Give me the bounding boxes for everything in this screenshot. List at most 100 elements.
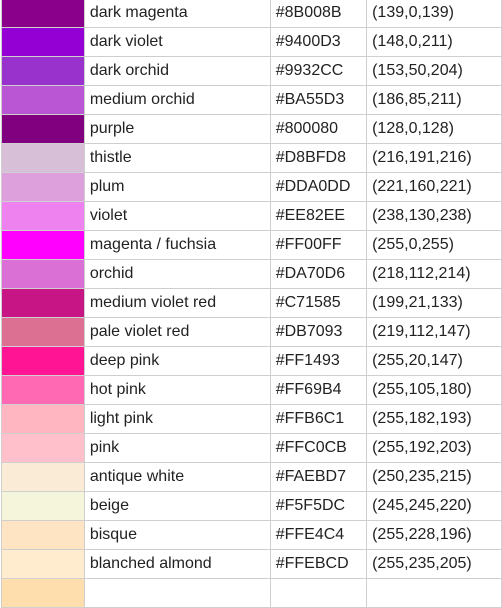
color-hex: #FFB6C1 — [269, 404, 368, 434]
color-swatch — [1, 346, 85, 376]
color-table: dark magenta #8B008B (139,0,139) dark viole… — [1, 0, 502, 608]
color-table-body: dark magenta #8B008B (139,0,139) dark viole… — [1, 0, 502, 608]
color-hex: #FF69B4 — [269, 375, 368, 405]
color-swatch — [1, 230, 85, 260]
color-row: dark orchid #9932CC (153,50,204) — [1, 56, 502, 86]
color-rgb: (139,0,139) — [366, 0, 502, 28]
color-rgb: (238,130,238) — [366, 201, 502, 231]
color-name: magenta / fuchsia — [83, 230, 271, 260]
color-name: deep pink — [83, 346, 271, 376]
color-name: plum — [83, 172, 271, 202]
color-row: light pink #FFB6C1 (255,182,193) — [1, 404, 502, 434]
color-swatch — [1, 0, 85, 28]
color-name: pale violet red — [83, 317, 271, 347]
color-swatch — [1, 143, 85, 173]
color-rgb: (255,20,147) — [366, 346, 502, 376]
color-name: purple — [83, 114, 271, 144]
color-rgb: (216,191,216) — [366, 143, 502, 173]
color-hex: #EE82EE — [269, 201, 368, 231]
color-swatch — [1, 549, 85, 579]
color-name: dark orchid — [83, 56, 271, 86]
color-hex: #FAEBD7 — [269, 462, 368, 492]
color-hex: #DA70D6 — [269, 259, 368, 289]
color-hex: #FFE4C4 — [269, 520, 368, 550]
color-hex: #9400D3 — [269, 27, 368, 57]
color-swatch — [1, 433, 85, 463]
color-hex: #9932CC — [269, 56, 368, 86]
color-swatch — [1, 375, 85, 405]
color-row: pink #FFC0CB (255,192,203) — [1, 433, 502, 463]
color-hex: #D8BFD8 — [269, 143, 368, 173]
color-rgb: (148,0,211) — [366, 27, 502, 57]
color-name: light pink — [83, 404, 271, 434]
color-name: medium violet red — [83, 288, 271, 318]
color-hex: #FFEBCD — [269, 549, 368, 579]
color-hex: #FFC0CB — [269, 433, 368, 463]
color-rgb: (255,182,193) — [366, 404, 502, 434]
color-hex: #800080 — [269, 114, 368, 144]
color-rgb: (186,85,211) — [366, 85, 502, 115]
color-name: antique white — [83, 462, 271, 492]
color-swatch — [1, 85, 85, 115]
color-rgb: (221,160,221) — [366, 172, 502, 202]
color-name: blanched almond — [83, 549, 271, 579]
color-row: blanched almond #FFEBCD (255,235,205) — [1, 549, 502, 579]
color-swatch — [1, 114, 85, 144]
color-row: violet #EE82EE (238,130,238) — [1, 201, 502, 231]
color-rgb: (199,21,133) — [366, 288, 502, 318]
color-hex: #C71585 — [269, 288, 368, 318]
color-name: medium orchid — [83, 85, 271, 115]
color-name: beige — [83, 491, 271, 521]
color-rgb: (255,0,255) — [366, 230, 502, 260]
color-swatch — [1, 56, 85, 86]
color-name: orchid — [83, 259, 271, 289]
color-swatch — [1, 462, 85, 492]
color-name: dark magenta — [83, 0, 271, 28]
color-name: hot pink — [83, 375, 271, 405]
color-swatch — [1, 520, 85, 550]
color-row: deep pink #FF1493 (255,20,147) — [1, 346, 502, 376]
color-swatch — [1, 317, 85, 347]
color-rgb: (245,245,220) — [366, 491, 502, 521]
color-row: thistle #D8BFD8 (216,191,216) — [1, 143, 502, 173]
color-row: orchid #DA70D6 (218,112,214) — [1, 259, 502, 289]
color-name: bisque — [83, 520, 271, 550]
color-row: magenta / fuchsia #FF00FF (255,0,255) — [1, 230, 502, 260]
color-swatch — [1, 404, 85, 434]
color-rgb: (255,235,205) — [366, 549, 502, 579]
color-row: dark magenta #8B008B (139,0,139) — [1, 0, 502, 28]
color-swatch — [1, 201, 85, 231]
color-row: plum #DDA0DD (221,160,221) — [1, 172, 502, 202]
color-row: medium violet red #C71585 (199,21,133) — [1, 288, 502, 318]
color-swatch — [1, 491, 85, 521]
color-swatch — [1, 172, 85, 202]
color-swatch — [1, 288, 85, 318]
color-rgb: (255,228,196) — [366, 520, 502, 550]
color-hex: #F5F5DC — [269, 491, 368, 521]
color-rgb: (218,112,214) — [366, 259, 502, 289]
color-row: purple #800080 (128,0,128) — [1, 114, 502, 144]
color-name: violet — [83, 201, 271, 231]
color-hex: #DB7093 — [269, 317, 368, 347]
color-hex: #FF00FF — [269, 230, 368, 260]
color-row: medium orchid #BA55D3 (186,85,211) — [1, 85, 502, 115]
color-row: bisque #FFE4C4 (255,228,196) — [1, 520, 502, 550]
color-row: antique white #FAEBD7 (250,235,215) — [1, 462, 502, 492]
color-name: dark violet — [83, 27, 271, 57]
color-row: hot pink #FF69B4 (255,105,180) — [1, 375, 502, 405]
color-name: thistle — [83, 143, 271, 173]
color-hex: #FF1493 — [269, 346, 368, 376]
color-row: pale violet red #DB7093 (219,112,147) — [1, 317, 502, 347]
color-name: pink — [83, 433, 271, 463]
color-rgb: (128,0,128) — [366, 114, 502, 144]
color-rgb: (219,112,147) — [366, 317, 502, 347]
color-swatch — [1, 27, 85, 57]
color-rgb: (153,50,204) — [366, 56, 502, 86]
color-rgb: (250,235,215) — [366, 462, 502, 492]
color-hex: #DDA0DD — [269, 172, 368, 202]
color-hex: #8B008B — [269, 0, 368, 28]
color-hex: #BA55D3 — [269, 85, 368, 115]
color-rgb: (255,192,203) — [366, 433, 502, 463]
color-row: beige #F5F5DC (245,245,220) — [1, 491, 502, 521]
color-row: dark violet #9400D3 (148,0,211) — [1, 27, 502, 57]
